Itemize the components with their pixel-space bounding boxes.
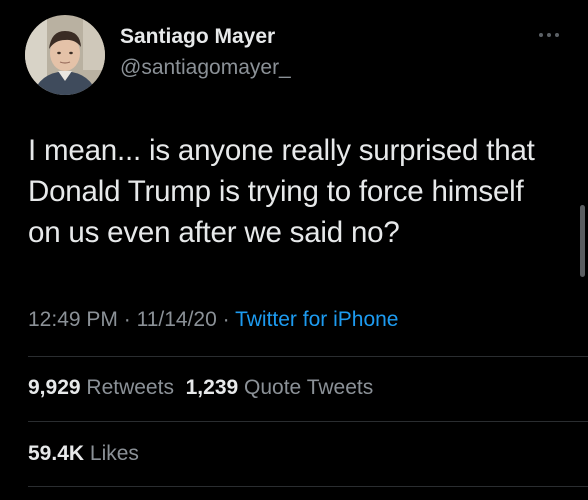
tweet-source-link[interactable]: Twitter for iPhone [235,308,398,331]
tweet-meta: 12:49 PM · 11/14/20 · Twitter for iPhone [28,308,398,332]
divider [28,421,588,422]
likes-label: Likes [89,442,139,465]
tweet-detail: Santiago Mayer @santiagomayer_ I mean...… [0,0,588,500]
author-name[interactable]: Santiago Mayer [120,25,275,49]
retweets-stat[interactable]: 9,929 Retweets [28,376,174,399]
retweets-count: 9,929 [28,376,81,399]
tweet-time[interactable]: 12:49 PM [28,308,118,331]
stats-row: 9,929 Retweets 1,239 Quote Tweets [28,376,373,400]
avatar[interactable] [25,15,105,95]
likes-row: 59.4K Likes [28,442,139,466]
likes-count: 59.4K [28,442,85,465]
tweet-date[interactable]: 11/14/20 [137,308,217,331]
tweet-text: I mean... is anyone really surprised tha… [28,134,535,249]
likes-stat[interactable]: 59.4K Likes [28,442,139,465]
scrollbar[interactable] [580,205,585,277]
meta-separator: · [222,308,230,331]
quote-tweets-label: Quote Tweets [244,376,374,399]
divider [28,356,588,357]
divider [28,486,588,487]
retweets-label: Retweets [86,376,174,399]
meta-separator: · [123,308,131,331]
quote-tweets-stat[interactable]: 1,239 Quote Tweets [186,376,374,399]
author-handle[interactable]: @santiagomayer_ [120,56,291,80]
avatar-image [25,15,105,95]
quote-tweets-count: 1,239 [185,376,239,399]
more-horizontal-icon[interactable] [536,28,562,42]
